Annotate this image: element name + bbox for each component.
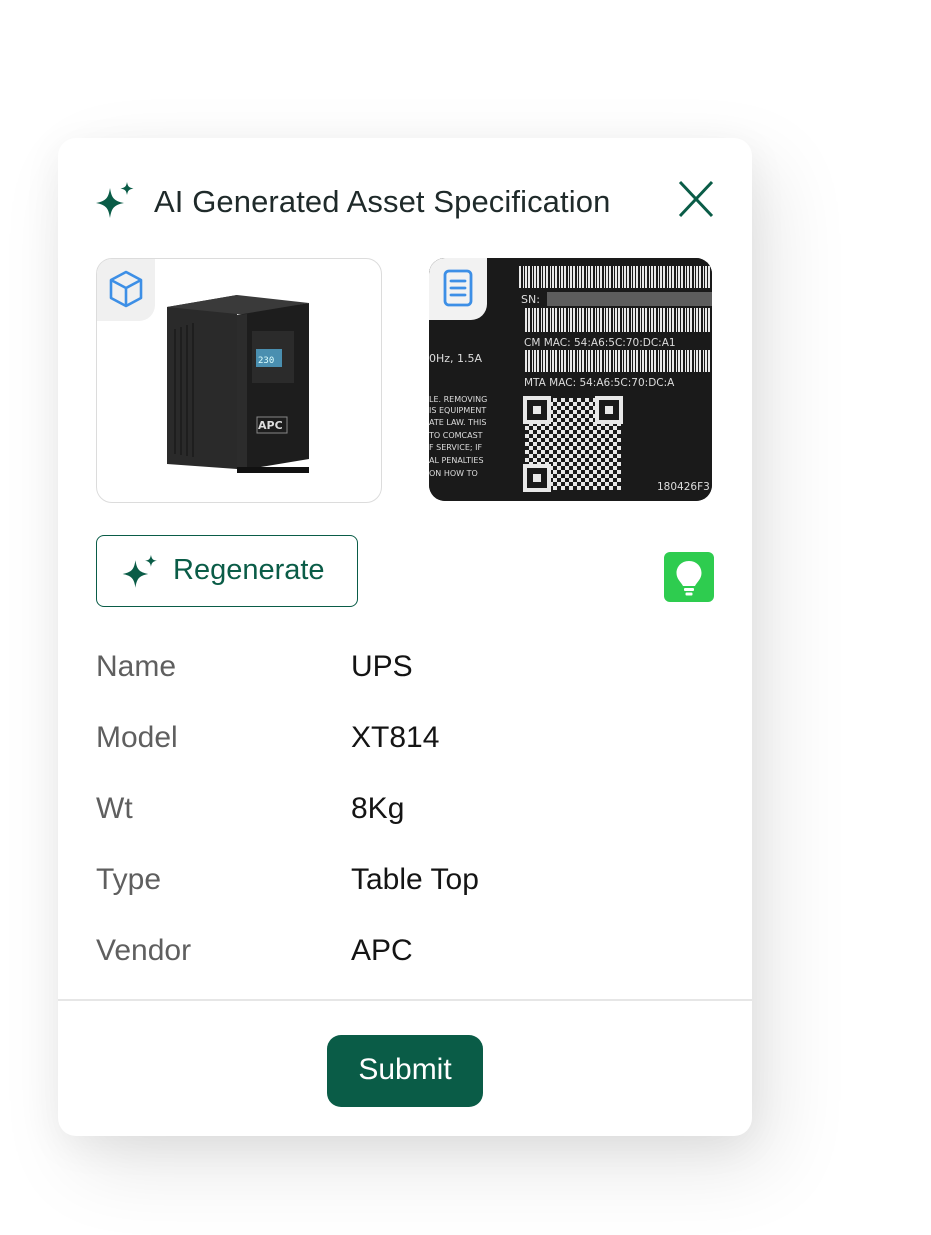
submit-button[interactable]: Submit [327,1035,483,1107]
cube-icon [109,270,143,308]
spec-list: Name UPS Model XT814 Wt 8Kg Type Table T… [96,650,696,1005]
warning-line: ON HOW TO [429,469,478,478]
close-icon[interactable] [674,178,718,222]
display-text: 230 [258,356,274,366]
brand-logo-text: APC [258,419,283,432]
dialog-header: AI Generated Asset Specification [92,178,718,228]
spec-value: APC [351,934,413,967]
tip-button[interactable] [664,552,714,602]
lightbulb-icon [676,561,702,596]
sparkle-icon [122,554,157,588]
sparkle-icon [96,182,134,218]
regenerate-button[interactable]: Regenerate [96,535,358,607]
spec-key: Name [96,650,177,683]
document-icon [443,269,473,307]
image-type-badge [97,259,155,321]
warning-line: ATE LAW. THIS [429,418,486,427]
warning-line: F SERVICE; IF [429,443,482,452]
spec-key: Wt [96,792,133,825]
qr-code [523,396,623,492]
label-code-text: 180426F3 [657,481,710,493]
warning-line: TO COMCAST [429,431,483,440]
warning-line: LE. REMOVING [429,395,487,404]
spec-key: Vendor [96,934,192,967]
spec-value: Table Top [351,863,479,896]
spec-row-name: Name UPS [96,650,696,721]
spec-row-model: Model XT814 [96,721,696,792]
warning-line: AL PENALTIES [429,456,484,465]
spec-row-type: Type Table Top [96,863,696,934]
spec-key: Model [96,721,178,754]
label-image[interactable]: SN: CM MAC: 54:A6:5C:70:DC:A1 0Hz, 1.5A … [429,258,712,501]
spec-row-weight: Wt 8Kg [96,792,696,863]
product-image[interactable]: 230 APC [96,258,382,503]
rating-text: 0Hz, 1.5A [429,352,483,365]
image-type-badge [429,258,487,320]
spec-row-vendor: Vendor APC [96,934,696,1005]
footer-divider [58,999,752,1001]
dialog-title: AI Generated Asset Specification [154,184,611,219]
spec-value: UPS [351,650,413,683]
sn-label: SN: [521,293,540,306]
asset-spec-dialog: AI Generated Asset Specification 230 APC [58,138,752,1136]
cm-mac-text: CM MAC: 54:A6:5C:70:DC:A1 [524,337,676,349]
spec-value: XT814 [351,721,440,754]
spec-key: Type [96,863,162,896]
warning-line: IS EQUIPMENT [429,406,486,415]
spec-value: 8Kg [351,792,405,825]
regenerate-label: Regenerate [173,554,325,586]
mta-mac-text: MTA MAC: 54:A6:5C:70:DC:A [524,377,675,389]
